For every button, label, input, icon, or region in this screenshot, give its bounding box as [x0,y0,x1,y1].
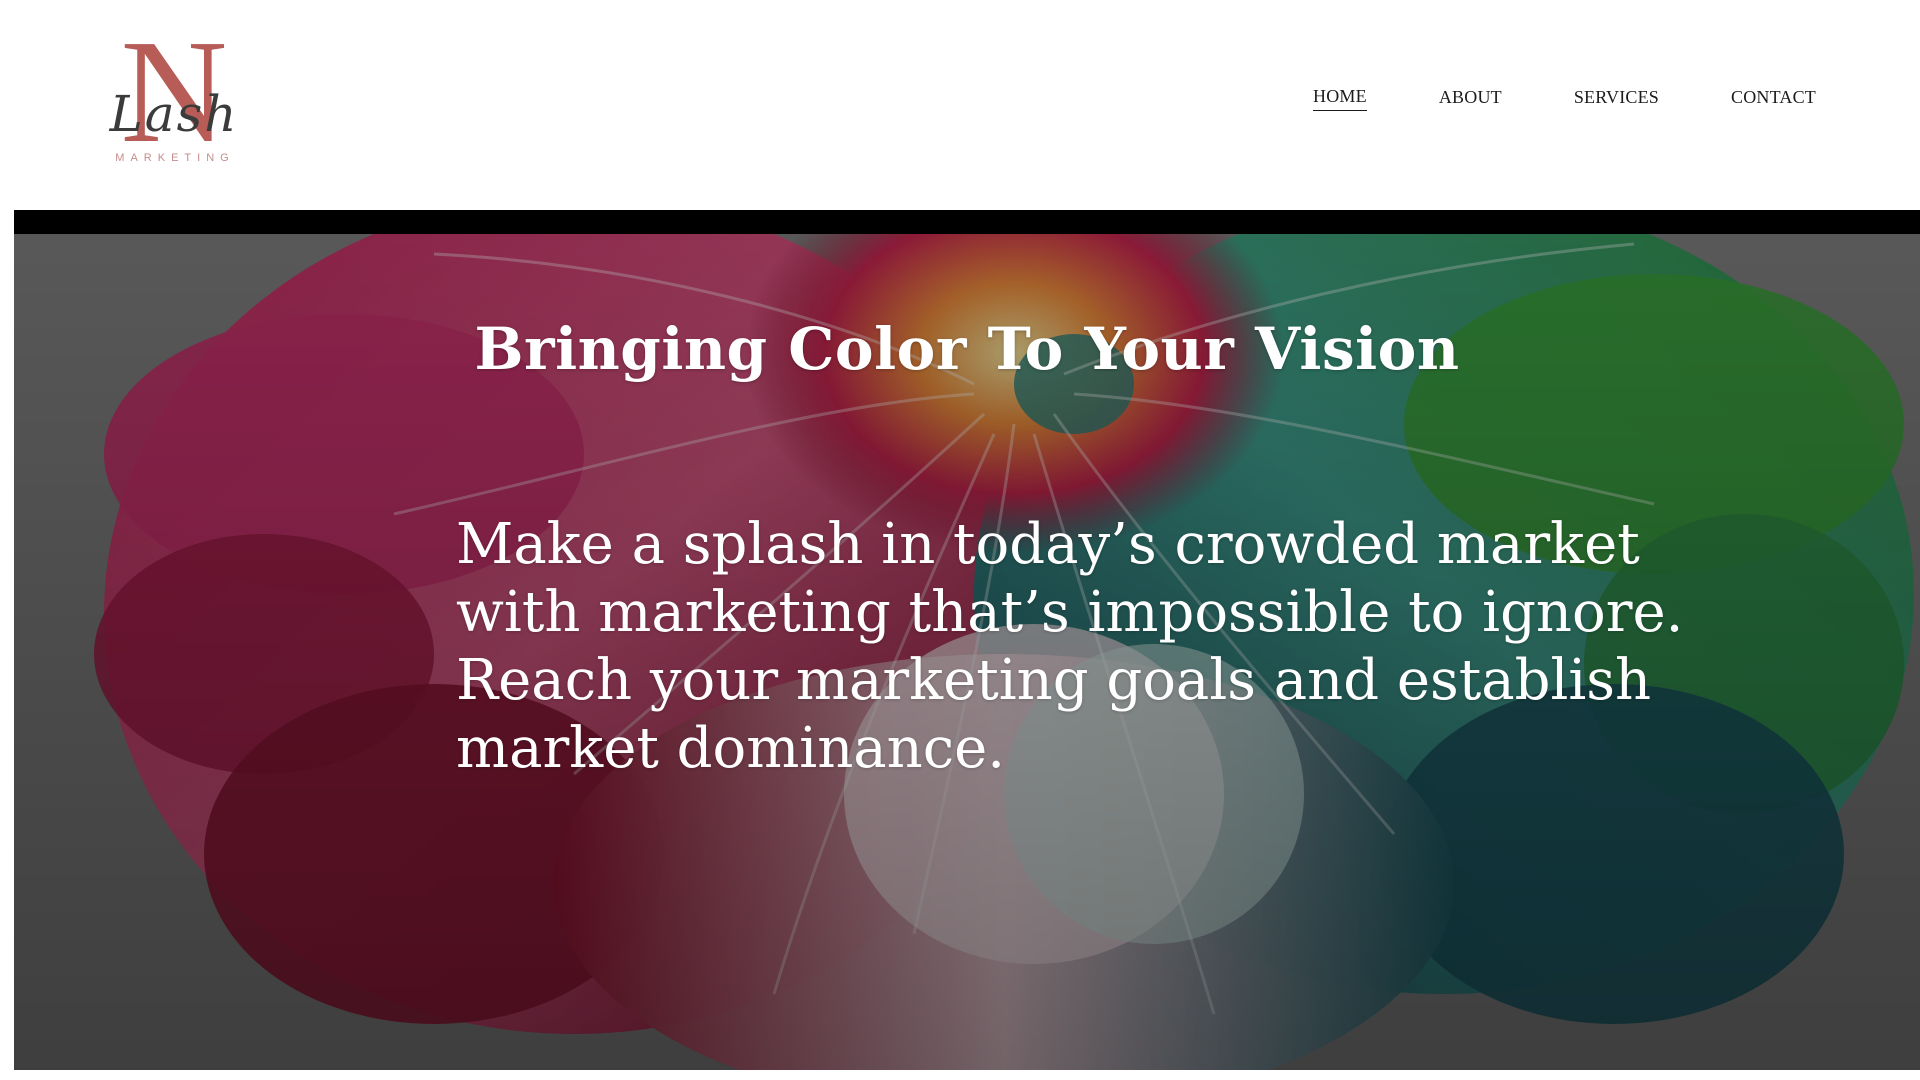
nav-contact-link[interactable]: CONTACT [1731,87,1816,111]
page-bottom-edge [0,1070,1920,1080]
main-navigation: HOME ABOUT SERVICES CONTACT [1313,86,1816,111]
hero-top-bar [14,210,1920,234]
logo-tagline: MARKETING [115,152,235,164]
logo-script-text: Lash [109,85,239,143]
brand-logo[interactable]: N Lash MARKETING [84,18,264,174]
site-header: N Lash MARKETING HOME ABOUT SERVICES CON… [0,0,1920,210]
hero-section: Bringing Color To Your Vision Make a spl… [14,234,1920,1070]
nav-home-link[interactable]: HOME [1313,86,1367,111]
nav-services-link[interactable]: SERVICES [1574,87,1659,111]
nav-about-link[interactable]: ABOUT [1439,87,1502,111]
hero-description: Make a splash in today’s crowded market … [456,512,1684,781]
hero-title: Bringing Color To Your Vision [474,315,1460,383]
